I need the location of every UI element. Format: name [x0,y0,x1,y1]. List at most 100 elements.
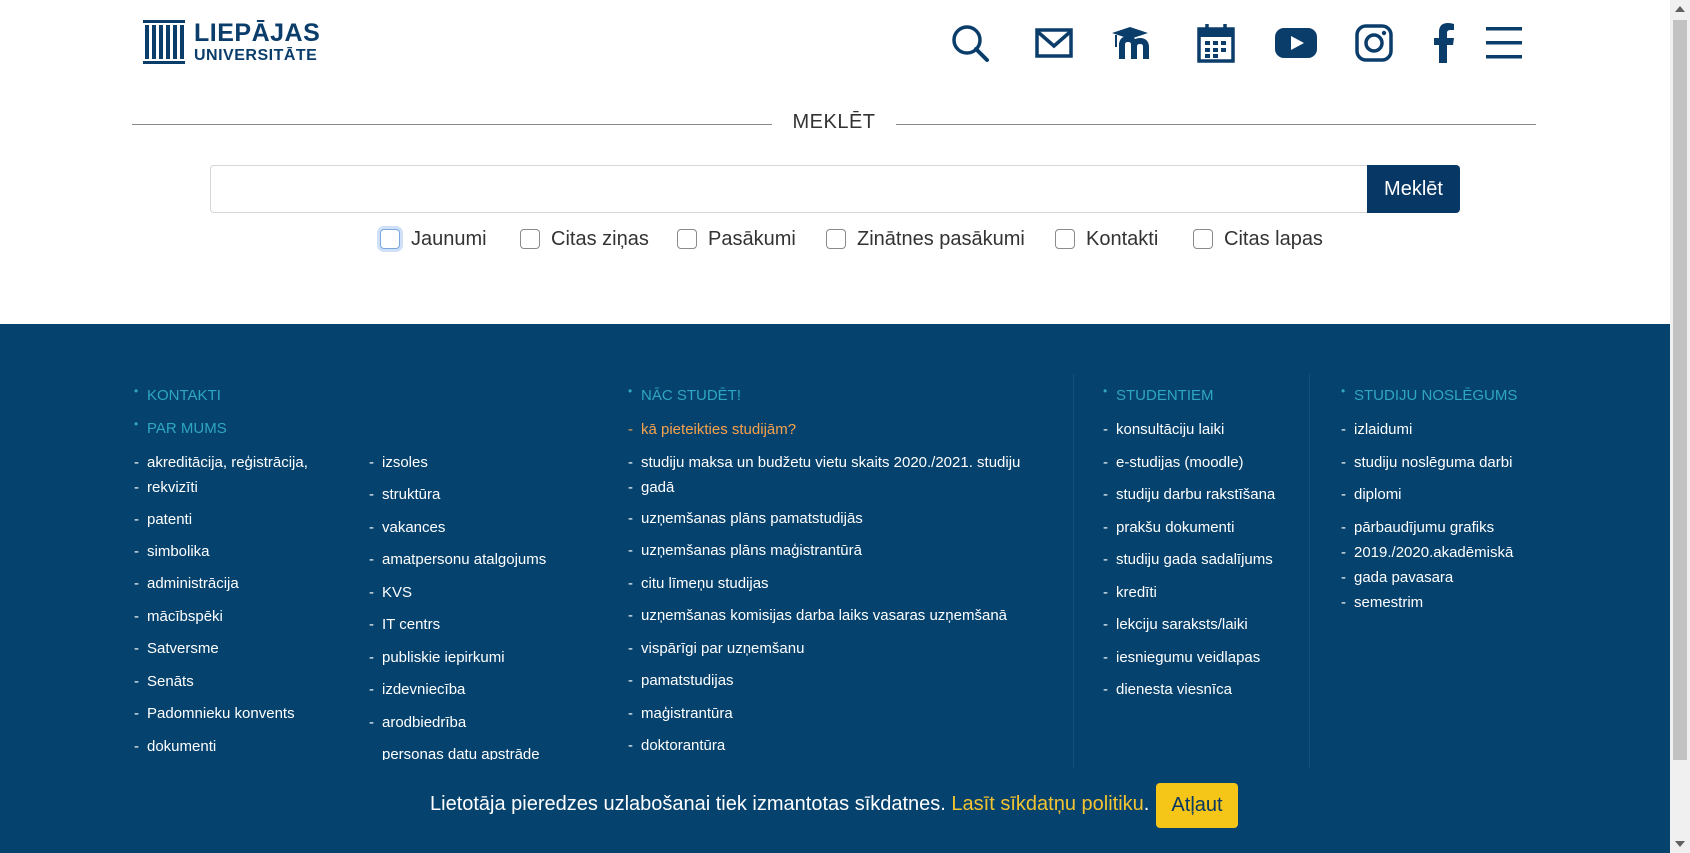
column-divider [1309,374,1310,794]
columns-logo-icon [143,20,185,64]
checkbox[interactable] [1055,229,1075,249]
footer-link[interactable]: konsultāciju laiki [1103,417,1224,442]
footer-link[interactable]: publiskie iepirkumi [369,645,505,670]
footer-link[interactable]: pārbaudījumu grafiks [1341,515,1494,540]
checkbox[interactable] [380,229,400,249]
search-filters: Jaunumi Citas ziņas Pasākumi Zinātnes pa… [0,226,1670,252]
footer-link[interactable]: citu līmeņu studijas [628,571,769,596]
logo-subtitle: UNIVERSITĀTE [194,46,318,64]
footer-heading-nac-studet[interactable]: NĀC STUDĒT! [628,384,741,404]
cookie-text: Lietotāja pieredzes uzlabošanai tiek izm… [430,793,952,815]
footer-link-highlight[interactable]: kā pieteikties studijām? [628,417,796,442]
footer-link-continuation[interactable]: rekvizīti [134,475,198,500]
footer-link[interactable]: prakšu dokumenti [1103,515,1234,540]
footer-link[interactable]: maģistrantūra [628,701,733,726]
footer-link[interactable]: izsoles [369,450,428,475]
hamburger-menu-icon[interactable] [1482,20,1526,66]
checkbox[interactable] [1193,229,1213,249]
footer-link[interactable]: lekciju saraksts/laiki [1103,612,1248,637]
page-scrollbar[interactable] [1670,0,1690,853]
search-heading-label: MEKLĒT [792,111,876,133]
footer-link-continuation[interactable]: semestrim [1341,590,1423,615]
divider [896,124,1536,125]
footer-link-continuation[interactable]: gada pavasara [1341,565,1453,590]
footer-link[interactable]: diplomi [1341,482,1401,507]
footer-heading-studentiem[interactable]: STUDENTIEM [1103,384,1213,404]
divider [132,124,772,125]
logo-title: LIEPĀJAS [194,18,321,47]
filter-label: Jaunumi [411,227,487,250]
footer-link[interactable]: simbolika [134,539,209,564]
footer-link[interactable]: akreditācija, reģistrācija, [134,450,308,475]
search-button[interactable]: Meklēt [1367,165,1460,213]
university-logo[interactable]: LIEPĀJAS UNIVERSITĀTE [142,18,320,66]
mail-icon[interactable] [1032,20,1076,66]
filter-jaunumi[interactable]: Jaunumi [380,226,487,252]
search-icon[interactable] [948,20,992,66]
filter-citas-lapas[interactable]: Citas lapas [1193,226,1323,252]
footer-link[interactable]: KVS [369,580,412,605]
cookie-allow-button[interactable]: Atļaut [1156,783,1238,828]
search-input[interactable] [210,165,1368,213]
youtube-icon[interactable] [1274,20,1318,66]
footer-link[interactable]: arodbiedrība [369,710,466,735]
filter-label: Kontakti [1086,227,1159,250]
column-divider [1073,374,1074,794]
footer-link[interactable]: uzņemšanas plāns pamatstudijās [628,506,863,531]
filter-label: Citas ziņas [551,227,649,250]
footer-link[interactable]: doktorantūra [628,733,725,758]
footer-link-continuation[interactable]: gadā [628,475,675,500]
footer-link[interactable]: patenti [134,507,192,532]
footer-link-continuation[interactable]: 2019./2020.akadēmiskā [1341,540,1513,565]
footer-link[interactable]: kredīti [1103,580,1157,605]
footer-link[interactable]: administrācija [134,571,239,596]
footer-link[interactable]: uzņemšanas plāns maģistrantūrā [628,538,862,563]
footer-link[interactable]: vispārīgi par uzņemšanu [628,636,804,661]
footer-heading-par-mums[interactable]: PAR MUMS [134,417,227,437]
footer-link[interactable]: e-studijas (moodle) [1103,450,1244,475]
footer-link[interactable]: IT centrs [369,612,440,637]
footer-link[interactable]: studiju gada sadalījums [1103,547,1273,572]
facebook-icon[interactable] [1422,20,1466,66]
cookie-consent-bar: Lietotāja pieredzes uzlabošanai tiek izm… [0,768,1670,853]
cookie-period: . [1143,793,1150,815]
cookie-message: Lietotāja pieredzes uzlabošanai tiek izm… [430,793,1149,816]
footer-link[interactable]: personas datu apstrāde [382,742,540,760]
checkbox[interactable] [677,229,697,249]
moodle-icon[interactable] [1106,20,1164,66]
scroll-up-arrow-icon[interactable] [1670,0,1690,18]
footer-link[interactable]: Padomnieku konvents [134,701,295,726]
footer-link[interactable]: izlaidumi [1341,417,1412,442]
filter-label: Zinātnes pasākumi [857,227,1025,250]
filter-pasakumi[interactable]: Pasākumi [677,226,796,252]
cookie-policy-link[interactable]: Lasīt sīkdatņu politiku [951,793,1143,815]
instagram-icon[interactable] [1352,20,1396,66]
filter-citas-zinas[interactable]: Citas ziņas [520,226,649,252]
footer-link[interactable]: studiju maksa un budžetu vietu skaits 20… [628,450,1020,475]
scroll-down-arrow-icon[interactable] [1670,835,1690,853]
site-header: LIEPĀJAS UNIVERSITĀTE [0,0,1670,90]
footer-link[interactable]: uzņemšanas komisijas darba laiks vasaras… [628,603,1007,628]
footer-heading-studiju-nosleg[interactable]: STUDIJU NOSLĒGUMS [1341,384,1517,404]
footer-link[interactable]: dienesta viesnīca [1103,677,1232,702]
footer-link[interactable]: vakances [369,515,445,540]
checkbox[interactable] [520,229,540,249]
footer-link[interactable]: studiju darbu rakstīšana [1103,482,1275,507]
footer-heading-kontakti[interactable]: KONTAKTI [134,384,221,404]
footer-link[interactable]: pamatstudijas [628,668,734,693]
footer-link[interactable]: iesniegumu veidlapas [1103,645,1260,670]
footer-link[interactable]: mācībspēki [134,604,223,629]
footer-link[interactable]: Senāts [134,669,194,694]
calendar-icon[interactable] [1194,20,1238,66]
scroll-thumb[interactable] [1673,20,1687,760]
search-section-heading: MEKLĒT [132,111,1536,139]
footer-link[interactable]: struktūra [369,482,440,507]
filter-zinatnes-pasakumi[interactable]: Zinātnes pasākumi [826,226,1025,252]
footer-link[interactable]: dokumenti [134,734,216,759]
footer-link[interactable]: studiju noslēguma darbi [1341,450,1512,475]
checkbox[interactable] [826,229,846,249]
footer-link[interactable]: izdevniecība [369,677,465,702]
filter-kontakti[interactable]: Kontakti [1055,226,1158,252]
footer-link[interactable]: Satversme [134,636,219,661]
footer-link[interactable]: amatpersonu atalgojums [369,547,546,572]
